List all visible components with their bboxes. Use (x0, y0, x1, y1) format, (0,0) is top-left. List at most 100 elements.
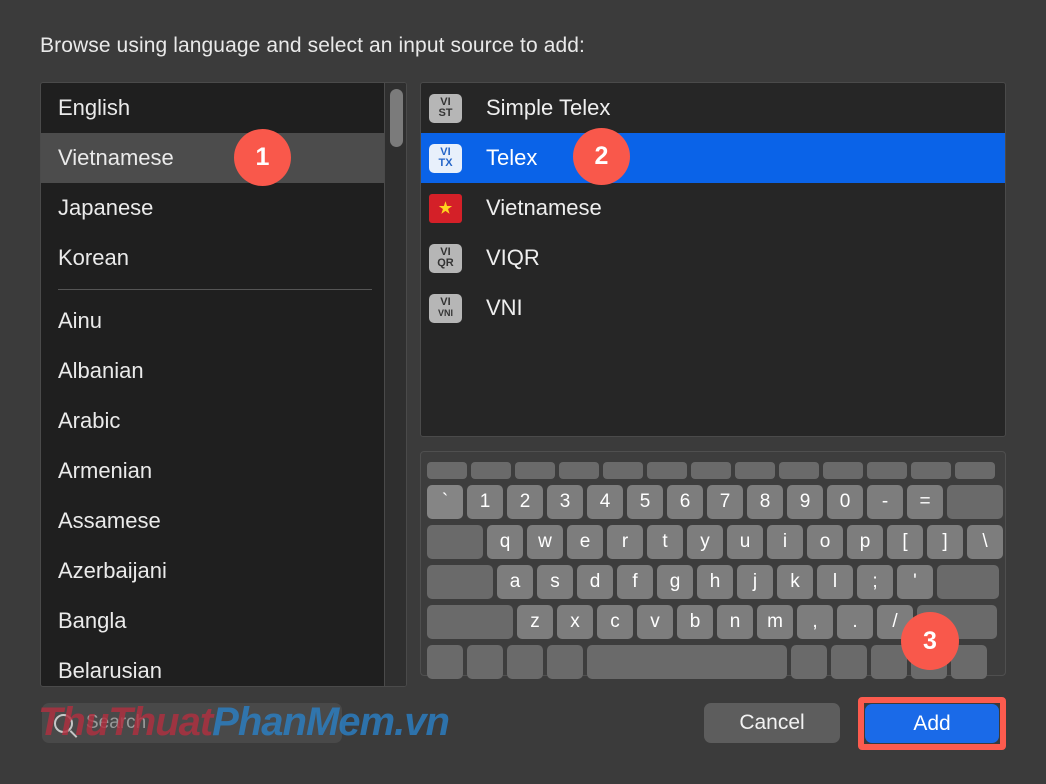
key-blank (471, 461, 511, 479)
key-blank (427, 645, 463, 679)
key-3: 3 (547, 485, 583, 519)
key-\: \ (967, 525, 1003, 559)
key-q: q (487, 525, 523, 559)
language-row-english[interactable]: English (41, 83, 386, 133)
key-,: , (797, 605, 833, 639)
key-]: ] (927, 525, 963, 559)
input-source-label: VNI (486, 295, 523, 320)
key-t: t (647, 525, 683, 559)
language-list[interactable]: English Vietnamese Japanese Korean Ainu Alban… (41, 83, 386, 686)
keyboard-row-3: a s d f g h j k l; ' (427, 563, 999, 601)
language-row-belarusian[interactable]: Belarusian (41, 646, 386, 686)
vi-tx-icon: VI TX (429, 143, 462, 173)
key-blank (823, 461, 863, 479)
key-blank (911, 461, 951, 479)
language-row-arabic[interactable]: Arabic (41, 396, 386, 446)
key-blank (735, 461, 775, 479)
step-badge-1: 1 (234, 129, 291, 186)
language-row-bangla[interactable]: Bangla (41, 596, 386, 646)
language-list-divider (58, 289, 372, 290)
key-p: p (847, 525, 883, 559)
input-source-label: Telex (486, 145, 538, 170)
language-row-armenian[interactable]: Armenian (41, 446, 386, 496)
input-source-label: Vietnamese (486, 195, 602, 220)
key-u: u (727, 525, 763, 559)
key-k: k (777, 565, 813, 599)
key-m: m (757, 605, 793, 639)
scrollbar-thumb[interactable] (390, 89, 403, 147)
key-[: [ (887, 525, 923, 559)
key-blank (587, 645, 787, 679)
input-source-row-viqr[interactable]: VI QR VIQR (421, 233, 1005, 283)
step-badge-2: 2 (573, 128, 630, 185)
key-blank (559, 461, 599, 479)
input-source-list[interactable]: VISTSimple TelexVITXTelexVietnameseVIQRV… (421, 83, 1005, 333)
keyboard-row-0 (427, 459, 999, 481)
key-;: ; (857, 565, 893, 599)
key-blank (515, 461, 555, 479)
key-`: ` (427, 485, 463, 519)
language-row-japanese[interactable]: Japanese (41, 183, 386, 233)
key-z: z (517, 605, 553, 639)
language-row-ainu[interactable]: Ainu (41, 296, 386, 346)
key-blank (947, 485, 1003, 519)
key-blank (691, 461, 731, 479)
input-source-label: Simple Telex (486, 95, 611, 120)
add-button[interactable]: Add (865, 704, 999, 743)
key-9: 9 (787, 485, 823, 519)
input-source-label: VIQR (486, 245, 540, 270)
key-=: = (907, 485, 943, 519)
key-f: f (617, 565, 653, 599)
language-row-korean[interactable]: Korean (41, 233, 386, 283)
key--: - (867, 485, 903, 519)
key-d: d (577, 565, 613, 599)
key-b: b (677, 605, 713, 639)
watermark-part2: PhanMem.vn (212, 700, 450, 744)
key-w: w (527, 525, 563, 559)
cancel-button[interactable]: Cancel (704, 703, 840, 743)
key-7: 7 (707, 485, 743, 519)
key-j: j (737, 565, 773, 599)
input-source-row-vni[interactable]: VI VNI VNI (421, 283, 1005, 333)
step-badge-3: 3 (901, 612, 959, 670)
vi-vni-icon: VI VNI (429, 293, 462, 323)
language-list-panel: English Vietnamese Japanese Korean Ainu Alban… (40, 82, 407, 687)
key-blank (831, 645, 867, 679)
key-a: a (497, 565, 533, 599)
vi-qr-icon: VI QR (429, 243, 462, 273)
input-source-row-vietnamese[interactable]: Vietnamese (421, 183, 1005, 233)
key-': ' (897, 565, 933, 599)
key-blank (867, 461, 907, 479)
vietnam-flag-icon (429, 193, 462, 223)
key-x: x (557, 605, 593, 639)
key-blank (547, 645, 583, 679)
key-r: r (607, 525, 643, 559)
key-o: o (807, 525, 843, 559)
language-row-albanian[interactable]: Albanian (41, 346, 386, 396)
key-6: 6 (667, 485, 703, 519)
key-blank (427, 605, 513, 639)
key-h: h (697, 565, 733, 599)
page-title: Browse using language and select an inpu… (40, 34, 585, 57)
key-blank (937, 565, 999, 599)
key-blank (507, 645, 543, 679)
key-e: e (567, 525, 603, 559)
key-0: 0 (827, 485, 863, 519)
key-g: g (657, 565, 693, 599)
language-list-scrollbar[interactable] (384, 83, 406, 686)
watermark-part1: ThuThuat (38, 700, 213, 744)
language-row-vietnamese[interactable]: Vietnamese (41, 133, 386, 183)
language-row-azerbaijani[interactable]: Azerbaijani (41, 546, 386, 596)
input-source-list-panel: VISTSimple TelexVITXTelexVietnameseVIQRV… (420, 82, 1006, 437)
key-c: c (597, 605, 633, 639)
vi-st-icon: VI ST (429, 93, 462, 123)
key-5: 5 (627, 485, 663, 519)
input-source-row-simple-telex[interactable]: VI ST Simple Telex (421, 83, 1005, 133)
key-n: n (717, 605, 753, 639)
language-row-assamese[interactable]: Assamese (41, 496, 386, 546)
input-source-row-telex[interactable]: VI TX Telex (421, 133, 1005, 183)
key-blank (427, 565, 493, 599)
key-blank (427, 461, 467, 479)
key-y: y (687, 525, 723, 559)
key-4: 4 (587, 485, 623, 519)
